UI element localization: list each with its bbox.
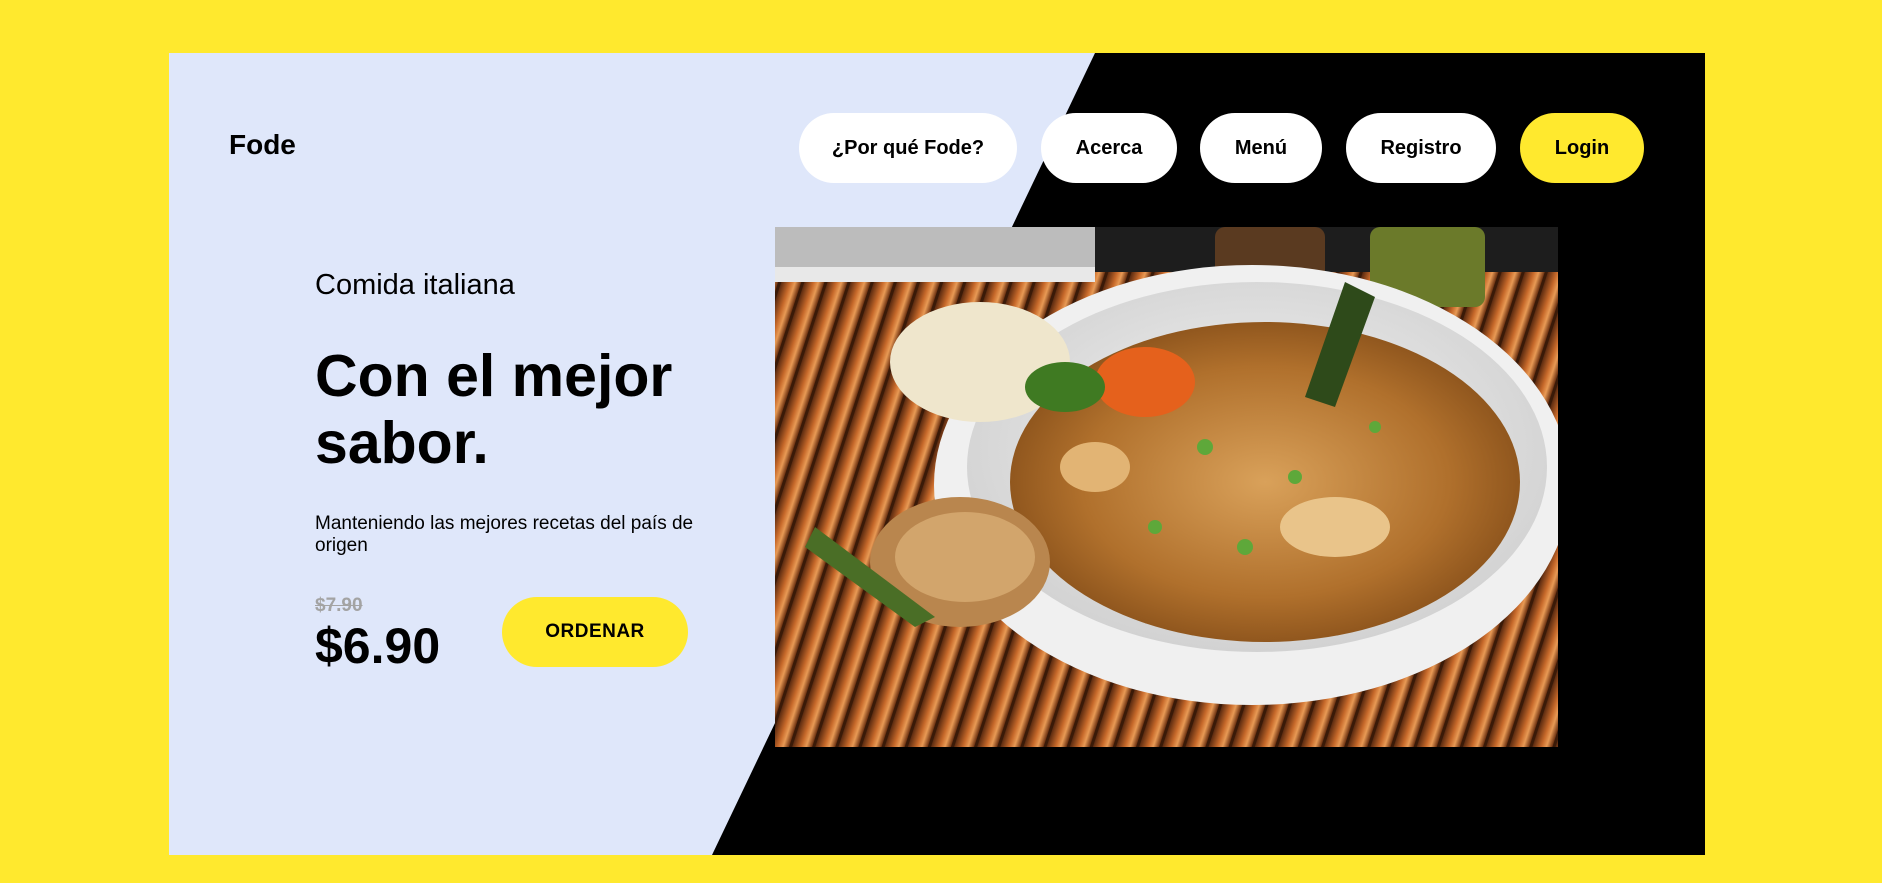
current-price: $6.90 (315, 618, 441, 674)
hero-card: Fode ¿Por qué Fode? Acerca Menú Registro… (169, 53, 1705, 855)
hero-eyebrow: Comida italiana (315, 269, 515, 301)
nav-login-button[interactable]: Login (1520, 113, 1644, 183)
hero-headline: Con el mejor sabor. (315, 343, 673, 476)
nav-menu-button[interactable]: Menú (1200, 113, 1322, 183)
hero-description: Manteniendo las mejores recetas del país… (315, 513, 694, 556)
order-button[interactable]: ORDENAR (502, 597, 688, 667)
noodle-dish-image (775, 227, 1558, 747)
nav-about-button[interactable]: Acerca (1041, 113, 1177, 183)
brand-logo[interactable]: Fode (229, 131, 296, 159)
nav-register-button[interactable]: Registro (1346, 113, 1496, 183)
nav-why-button[interactable]: ¿Por qué Fode? (799, 113, 1017, 183)
old-price: $7.90 (315, 595, 363, 616)
